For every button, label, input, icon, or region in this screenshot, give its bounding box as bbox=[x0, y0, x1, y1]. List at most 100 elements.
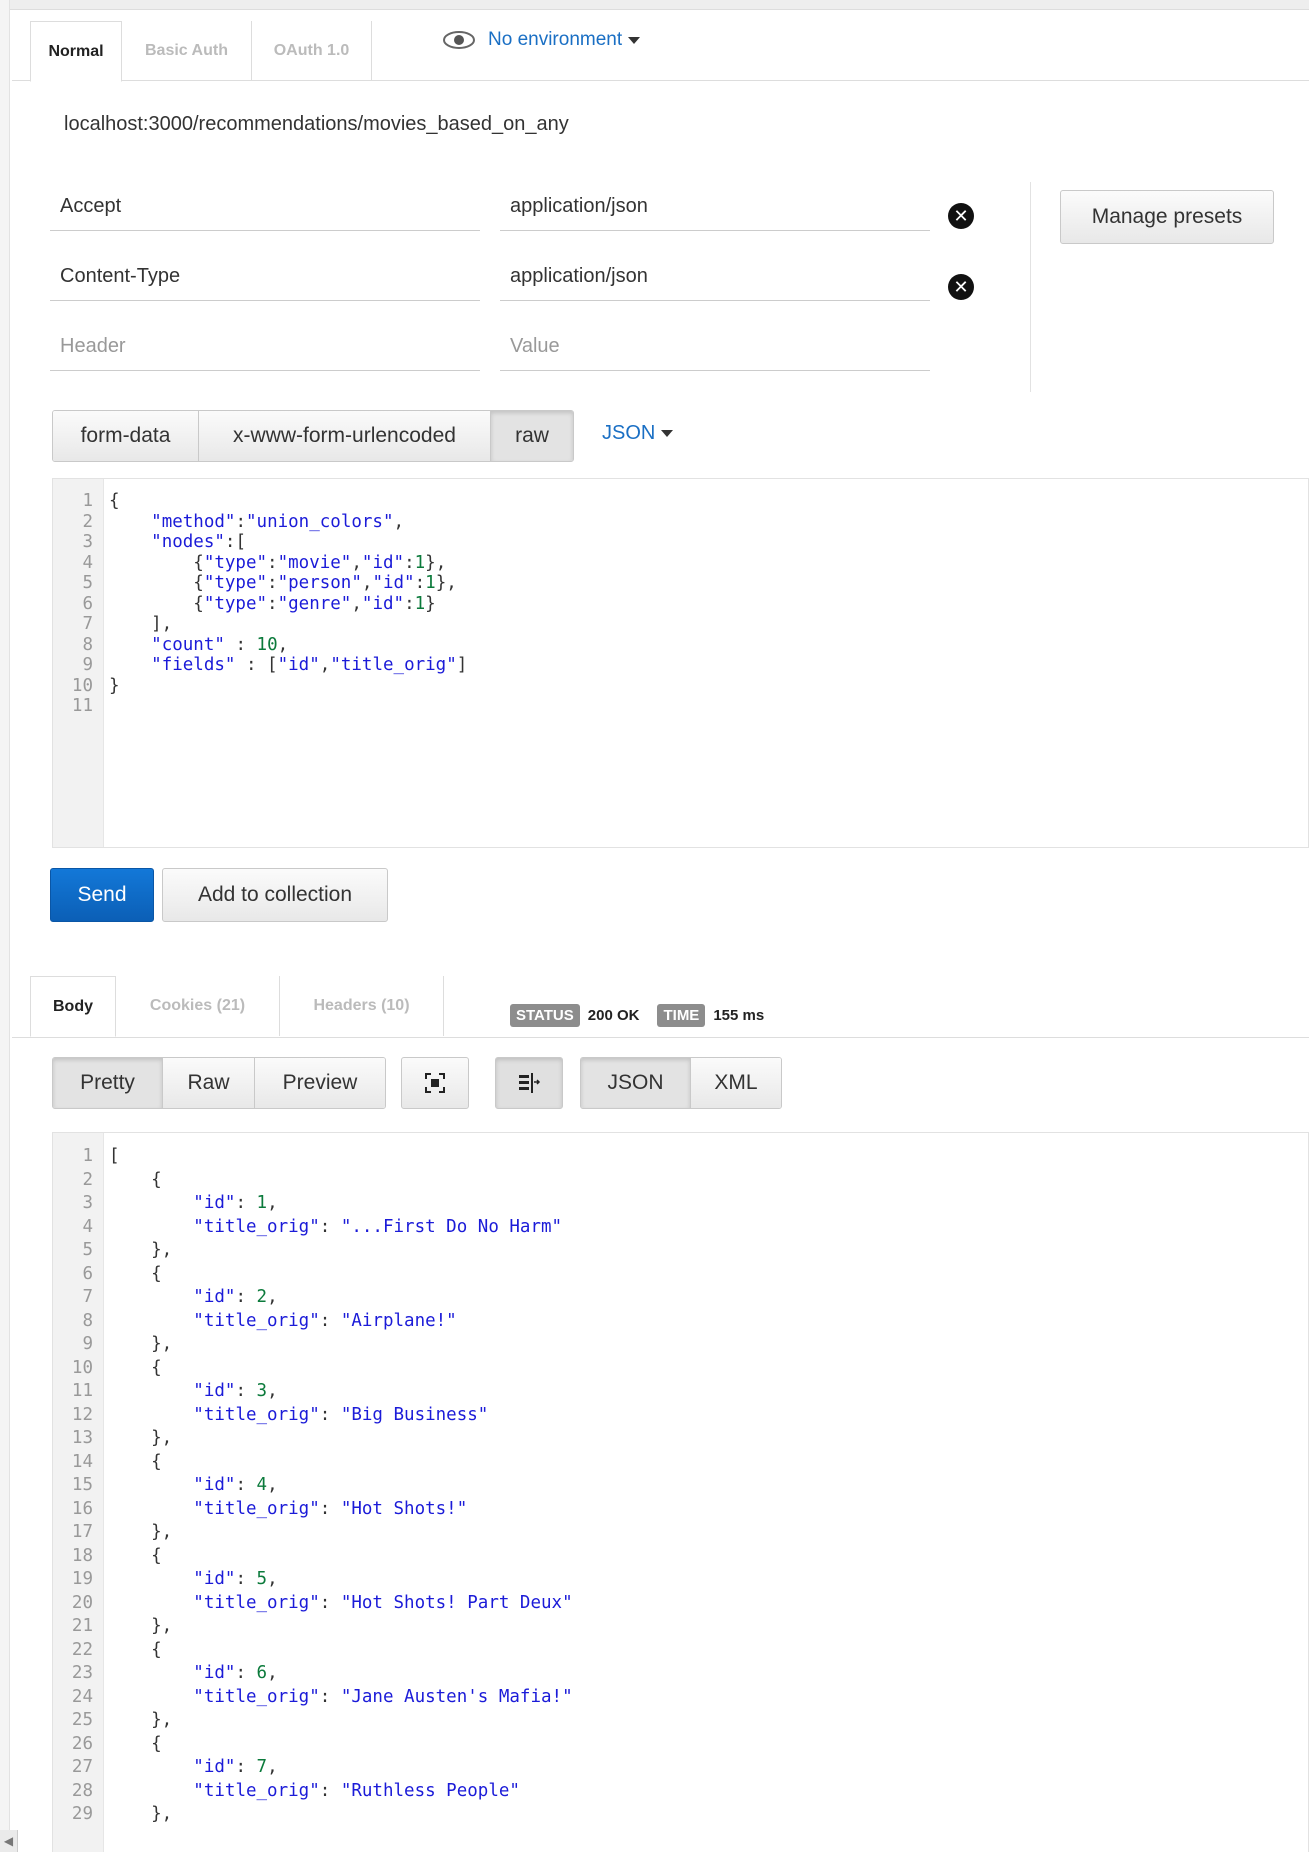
code-line: 11 bbox=[53, 696, 1308, 717]
response-body-viewer[interactable]: 1[2 {3 "id": 1, 4 "title_orig": "...First… bbox=[52, 1132, 1309, 1852]
code-line: 15 "id": 4, bbox=[53, 1474, 1308, 1498]
header-value-field[interactable]: application/json bbox=[500, 183, 930, 231]
header-key-placeholder[interactable]: Header bbox=[50, 323, 480, 371]
view-preview[interactable]: Preview bbox=[255, 1058, 385, 1108]
line-number: 1 bbox=[82, 1146, 93, 1166]
code-line: 24 "title_orig": "Jane Austen's Mafia!" bbox=[53, 1686, 1308, 1710]
response-view-selector: Pretty Raw Preview bbox=[52, 1057, 386, 1109]
code-text: }, bbox=[109, 1334, 173, 1354]
code-text: "title_orig": "Ruthless People" bbox=[193, 1780, 520, 1801]
body-mode-raw[interactable]: raw bbox=[491, 411, 573, 461]
format-json[interactable]: JSON bbox=[581, 1058, 691, 1108]
code-text: {"type":"movie","id":1}, bbox=[109, 552, 447, 573]
code-text: [ bbox=[109, 1146, 120, 1166]
tab-cookies[interactable]: Cookies (21) bbox=[116, 976, 280, 1036]
tab-response-headers[interactable]: Headers (10) bbox=[280, 976, 444, 1036]
format-xml[interactable]: XML bbox=[691, 1058, 781, 1108]
code-text: }, bbox=[109, 1428, 173, 1448]
header-key-field[interactable]: Accept bbox=[50, 183, 480, 231]
code-text: "fields" : ["id","title_orig"] bbox=[151, 655, 468, 675]
wrap-lines-button[interactable] bbox=[495, 1057, 563, 1109]
view-raw[interactable]: Raw bbox=[163, 1058, 255, 1108]
fullscreen-button[interactable] bbox=[401, 1057, 469, 1109]
line-number: 29 bbox=[71, 1804, 93, 1824]
code-line: 4 {"type":"movie","id":1}, bbox=[53, 553, 1308, 574]
line-number: 4 bbox=[82, 552, 93, 573]
code-line: 28 "title_orig": "Ruthless People" bbox=[53, 1780, 1308, 1804]
line-number: 28 bbox=[71, 1780, 93, 1801]
view-pretty[interactable]: Pretty bbox=[53, 1058, 163, 1108]
code-text: "title_orig": "...First Do No Harm" bbox=[193, 1216, 563, 1237]
remove-header-icon[interactable]: ✕ bbox=[948, 203, 974, 229]
time-value: 155 ms bbox=[713, 1007, 765, 1024]
code-text: "id": 6, bbox=[193, 1663, 278, 1683]
manage-presets-button[interactable]: Manage presets bbox=[1060, 190, 1274, 244]
wrap-lines-icon bbox=[519, 1073, 541, 1093]
body-mode-form-data[interactable]: form-data bbox=[53, 411, 199, 461]
response-status: STATUS 200 OK TIME 155 ms bbox=[510, 1004, 764, 1027]
code-line: 1[ bbox=[53, 1145, 1308, 1169]
header-value-placeholder[interactable]: Value bbox=[500, 323, 930, 371]
code-text: }, bbox=[109, 1522, 173, 1542]
body-mode-urlencoded[interactable]: x-www-form-urlencoded bbox=[199, 411, 491, 461]
line-number: 3 bbox=[82, 1193, 93, 1213]
code-line: 7 ], bbox=[53, 614, 1308, 635]
scroll-left-arrow-icon[interactable]: ◀ bbox=[0, 1830, 18, 1852]
line-number: 1 bbox=[82, 491, 93, 511]
code-line: 21 }, bbox=[53, 1615, 1308, 1639]
chevron-down-icon bbox=[661, 430, 674, 438]
code-line: 1{ bbox=[53, 491, 1308, 512]
line-number: 22 bbox=[71, 1639, 93, 1660]
code-line: 13 }, bbox=[53, 1427, 1308, 1451]
code-line: 19 "id": 5, bbox=[53, 1568, 1308, 1592]
code-text: "id": 3, bbox=[193, 1381, 278, 1401]
code-text: "id": 1, bbox=[193, 1193, 278, 1213]
line-number: 23 bbox=[71, 1663, 93, 1683]
response-tabbar: Body Cookies (21) Headers (10) bbox=[12, 966, 1309, 1038]
code-line: 5 {"type":"person","id":1}, bbox=[53, 573, 1308, 594]
line-number: 6 bbox=[82, 593, 93, 614]
environment-selector[interactable]: No environment bbox=[442, 29, 641, 51]
code-text: { bbox=[109, 1169, 162, 1190]
remove-header-icon[interactable]: ✕ bbox=[948, 274, 974, 300]
code-text: "title_orig": "Hot Shots!" bbox=[193, 1498, 468, 1519]
tab-body[interactable]: Body bbox=[30, 976, 116, 1037]
url-input[interactable]: localhost:3000/recommendations/movies_ba… bbox=[64, 113, 569, 136]
code-line: 6 { bbox=[53, 1263, 1308, 1287]
code-text: }, bbox=[109, 1710, 173, 1730]
code-text: {"type":"genre","id":1} bbox=[109, 593, 436, 614]
header-key-field[interactable]: Content-Type bbox=[50, 253, 480, 301]
line-number: 7 bbox=[82, 1287, 93, 1307]
code-line: 26 { bbox=[53, 1733, 1308, 1757]
request-body-editor[interactable]: 1{2 "method":"union_colors", 3 "nodes":[4… bbox=[52, 478, 1309, 848]
code-line: 9 "fields" : ["id","title_orig"] bbox=[53, 655, 1308, 676]
header-value-field[interactable]: application/json bbox=[500, 253, 930, 301]
line-number: 5 bbox=[82, 573, 93, 593]
code-text: "title_orig": "Big Business" bbox=[193, 1404, 489, 1425]
code-text: { bbox=[109, 1451, 162, 1472]
code-text: "title_orig": "Airplane!" bbox=[193, 1310, 457, 1331]
add-to-collection-button[interactable]: Add to collection bbox=[162, 868, 388, 922]
tab-normal[interactable]: Normal bbox=[30, 21, 122, 82]
request-body-code: 1{2 "method":"union_colors", 3 "nodes":[4… bbox=[53, 491, 1308, 717]
line-number: 26 bbox=[71, 1733, 93, 1754]
code-text: "id": 4, bbox=[193, 1475, 278, 1495]
code-text: { bbox=[109, 1263, 162, 1284]
send-button[interactable]: Send bbox=[50, 868, 154, 922]
code-line: 7 "id": 2, bbox=[53, 1286, 1308, 1310]
top-edge bbox=[0, 0, 1309, 10]
line-number: 11 bbox=[71, 696, 93, 716]
line-number: 15 bbox=[71, 1475, 93, 1495]
code-line: 3 "nodes":[ bbox=[53, 532, 1308, 553]
line-number: 21 bbox=[71, 1616, 93, 1636]
body-format-dropdown[interactable]: JSON bbox=[602, 422, 674, 445]
line-number: 24 bbox=[71, 1686, 93, 1707]
code-line: 10 { bbox=[53, 1357, 1308, 1381]
tab-oauth[interactable]: OAuth 1.0 bbox=[252, 21, 372, 81]
code-line: 11 "id": 3, bbox=[53, 1380, 1308, 1404]
code-text: }, bbox=[109, 1804, 173, 1824]
left-scroll-edge bbox=[0, 0, 10, 1852]
tab-basic-auth[interactable]: Basic Auth bbox=[122, 21, 252, 81]
line-number: 14 bbox=[71, 1451, 93, 1472]
